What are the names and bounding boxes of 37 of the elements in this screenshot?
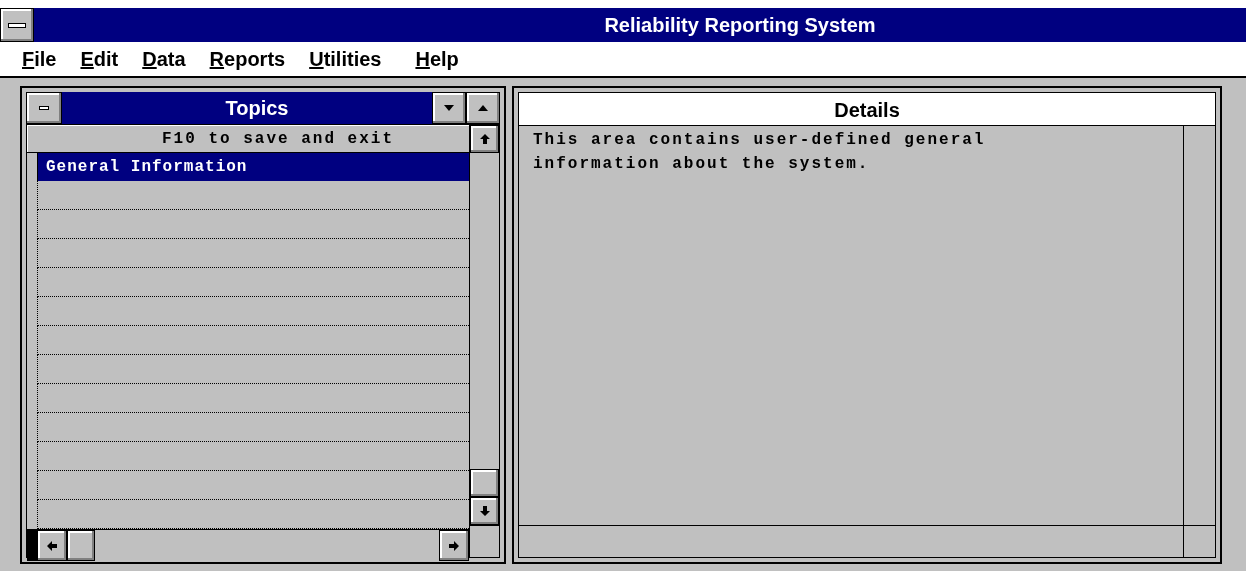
minimize-button[interactable] (432, 92, 466, 124)
minus-icon (8, 22, 26, 28)
menu-item[interactable]: Help (415, 44, 459, 74)
down-arrow-icon (478, 505, 491, 517)
scroll-thumb[interactable] (67, 530, 95, 561)
maximize-button[interactable] (466, 92, 500, 124)
control-menu-button[interactable] (26, 92, 62, 124)
system-menu-button[interactable] (0, 8, 34, 42)
scroll-left-button[interactable] (37, 530, 67, 561)
menu-item[interactable]: Data (142, 44, 186, 74)
scroll-right-button[interactable] (439, 530, 469, 561)
scroll-down-button[interactable] (470, 497, 499, 525)
right-arrow-icon (448, 539, 460, 552)
panel-title: Details (518, 92, 1216, 126)
menu-item[interactable]: Edit (80, 44, 119, 74)
empty-list-row[interactable] (37, 355, 469, 384)
scroll-up-button[interactable] (470, 125, 499, 153)
list-item[interactable]: General Information (37, 153, 469, 181)
empty-list-row[interactable] (37, 210, 469, 239)
menu-item[interactable]: Utilities (309, 44, 382, 74)
details-text: This area contains user-defined general information about the system. (532, 130, 987, 175)
empty-list-row[interactable] (37, 297, 469, 326)
empty-list-row[interactable] (37, 239, 469, 268)
minus-icon (39, 106, 49, 110)
panel-title: Topics (62, 92, 432, 124)
list-header: F10 to save and exit (27, 125, 469, 153)
up-arrow-icon (478, 133, 491, 145)
menu-item[interactable]: File (22, 44, 57, 74)
window-title: Reliability Reporting System (603, 13, 877, 38)
empty-list-row[interactable] (37, 326, 469, 355)
empty-list-row[interactable] (37, 181, 469, 210)
empty-list-row[interactable] (37, 413, 469, 442)
menu-item[interactable]: Reports (209, 44, 286, 74)
empty-list-row[interactable] (37, 268, 469, 297)
left-arrow-icon (46, 539, 58, 552)
scroll-thumb[interactable] (470, 469, 499, 497)
empty-list-row[interactable] (37, 384, 469, 413)
